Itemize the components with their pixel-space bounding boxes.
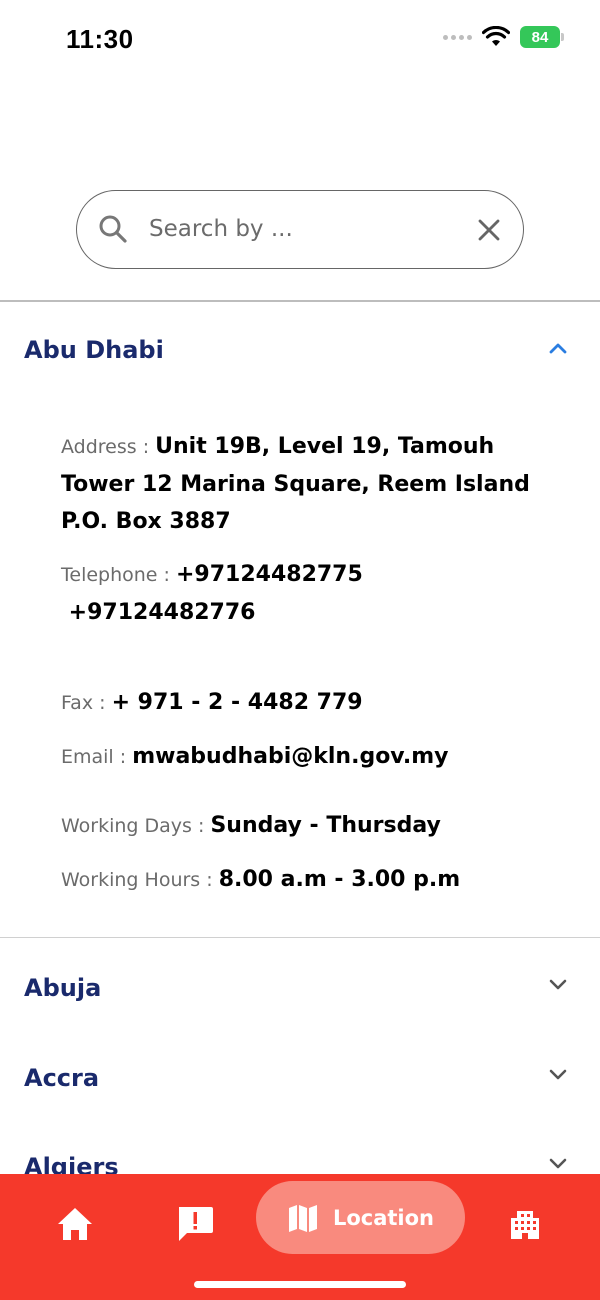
search-input[interactable] [149,209,459,249]
address-line-3: P.O. Box 3887 [61,509,231,534]
chevron-down-icon[interactable] [546,972,570,996]
tab-alerts[interactable] [170,1194,220,1254]
working-hours-row: Working Hours : 8.00 a.m - 3.00 p.m [61,861,561,899]
working-days-row: Working Days : Sunday - Thursday [61,807,561,845]
map-icon [288,1204,317,1232]
chevron-down-icon[interactable] [546,1062,570,1086]
chevron-down-icon[interactable] [546,1151,570,1175]
accordion-title: Accra [24,1064,100,1092]
accordion-item-abuja[interactable]: Abuja [0,948,600,1028]
search-icon [99,215,127,243]
working-days-value: Sunday - Thursday [210,813,441,838]
telephone-row: Telephone : +97124482775 +97124482776 [61,556,561,631]
working-days-label: Working Days : [61,815,211,837]
working-hours-value: 8.00 a.m - 3.00 p.m [218,867,461,892]
tab-embassies[interactable] [500,1194,550,1254]
working-hours-label: Working Hours : [61,869,219,891]
divider [0,300,600,302]
address-row: Address : Unit 19B, Level 19, Tamouh Tow… [61,428,561,540]
battery-level: 84 [531,28,549,46]
chevron-up-icon[interactable] [546,336,570,360]
address-label: Address : [61,436,156,458]
address-line-2: Tower 12 Marina Square, Reem Island [61,472,530,497]
divider [0,937,600,938]
wifi-icon [482,26,510,46]
battery-icon: 84 [520,26,564,48]
home-indicator [194,1281,406,1288]
accordion-title: Abu Dhabi [24,336,164,364]
email-link[interactable]: mwabudhabi@kln.gov.my [132,744,448,769]
accordion-item-accra[interactable]: Accra [0,1038,600,1118]
telephone-2[interactable]: +97124482776 [61,600,256,625]
alert-icon [179,1207,213,1241]
tab-location-label: Location [332,1205,435,1230]
building-icon [511,1211,539,1239]
status-icons: 84 [443,26,564,48]
telephone-1[interactable]: +97124482775 [176,562,363,587]
tab-home[interactable] [50,1194,100,1254]
accordion-item-abu-dhabi[interactable]: Abu Dhabi [0,310,600,390]
home-icon [58,1208,92,1240]
telephone-label: Telephone : [61,564,176,586]
search-bar[interactable] [76,190,524,269]
accordion-title: Abuja [24,974,102,1002]
signal-icon [443,34,472,40]
status-time: 11:30 [66,24,134,54]
status-bar: 11:30 84 [0,0,600,80]
tab-location[interactable]: Location [256,1181,465,1254]
email-label: Email : [61,746,133,768]
address-line-1: Unit 19B, Level 19, Tamouh [155,434,495,459]
embassy-details: Address : Unit 19B, Level 19, Tamouh Tow… [61,428,561,899]
fax-label: Fax : [61,692,112,714]
clear-search-icon[interactable] [475,216,503,244]
fax-row: Fax : + 971 - 2 - 4482 779 [61,684,561,722]
email-row: Email : mwabudhabi@kln.gov.my [61,738,561,776]
fax-value: + 971 - 2 - 4482 779 [111,690,363,715]
